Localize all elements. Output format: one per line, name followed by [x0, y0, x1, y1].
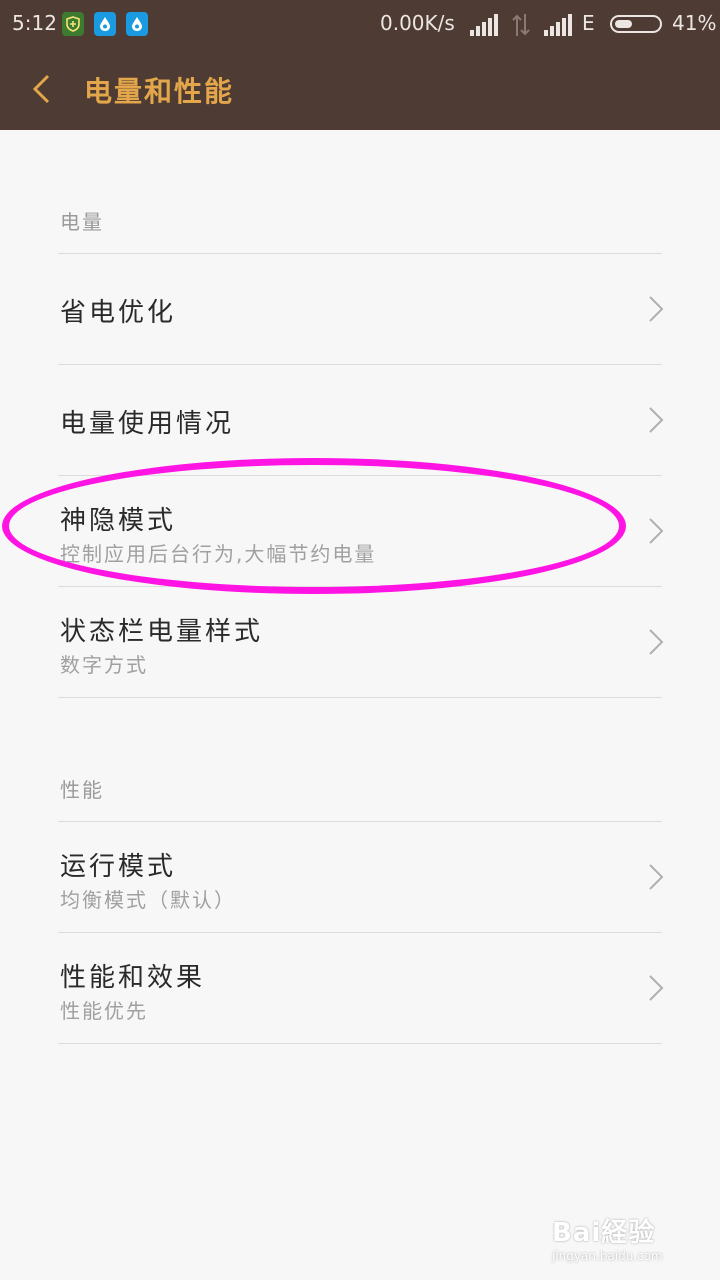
list-item-title: 运行模式 [60, 852, 177, 882]
signal-icon [544, 14, 572, 36]
list-item-subtitle: 均衡模式（默认） [60, 888, 236, 912]
chevron-right-icon [649, 975, 664, 1001]
watermark-url: jingyan.baidu.com [552, 1249, 663, 1263]
battery-percent: 41% [672, 11, 717, 35]
list-item-run-mode[interactable]: 运行模式 均衡模式（默认） [0, 822, 720, 932]
list-item-title: 省电优化 [60, 298, 177, 328]
chevron-right-icon [649, 629, 664, 655]
divider [58, 1043, 662, 1044]
drop-icon [94, 12, 116, 36]
network-type: E [582, 11, 595, 35]
section-label-performance: 性能 [60, 778, 104, 802]
status-bar: 5:12 0.00K/s E 41% [0, 0, 720, 48]
chevron-right-icon [649, 864, 664, 890]
chevron-right-icon [649, 407, 664, 433]
page-title: 电量和性能 [84, 75, 235, 108]
list-item-power-saving[interactable]: 省电优化 [0, 254, 720, 364]
data-arrows-icon [512, 14, 530, 36]
watermark-brand: Bai経验 [552, 1218, 656, 1248]
list-item-battery-usage[interactable]: 电量使用情况 [0, 365, 720, 475]
list-item-title: 电量使用情况 [60, 409, 235, 439]
list-item-statusbar-battery-style[interactable]: 状态栏电量样式 数字方式 [0, 587, 720, 697]
list-item-stealth-mode[interactable]: 神隐模式 控制应用后台行为,大幅节约电量 [0, 476, 720, 586]
list-item-subtitle: 数字方式 [60, 653, 148, 677]
back-arrow-icon[interactable] [30, 74, 54, 104]
list-item-subtitle: 性能优先 [60, 999, 148, 1023]
signal-icon [470, 14, 498, 36]
battery-icon [610, 15, 662, 33]
list-item-subtitle: 控制应用后台行为,大幅节约电量 [60, 542, 377, 566]
shield-icon [62, 12, 84, 36]
chevron-right-icon [649, 518, 664, 544]
list-item-title: 性能和效果 [60, 963, 206, 993]
battery-level [615, 20, 632, 28]
status-time: 5:12 [12, 11, 57, 35]
list-item-title: 神隐模式 [60, 506, 177, 536]
watermark-logo: Bai経验 jingyan.baidu.com [552, 1212, 663, 1263]
list-item-title: 状态栏电量样式 [60, 617, 264, 647]
title-bar: 电量和性能 [0, 48, 720, 130]
network-speed: 0.00K/s [380, 11, 455, 35]
list-item-performance-effects[interactable]: 性能和效果 性能优先 [0, 933, 720, 1043]
section-label-battery: 电量 [60, 210, 104, 234]
drop-icon [126, 12, 148, 36]
chevron-right-icon [649, 296, 664, 322]
divider [58, 697, 662, 698]
